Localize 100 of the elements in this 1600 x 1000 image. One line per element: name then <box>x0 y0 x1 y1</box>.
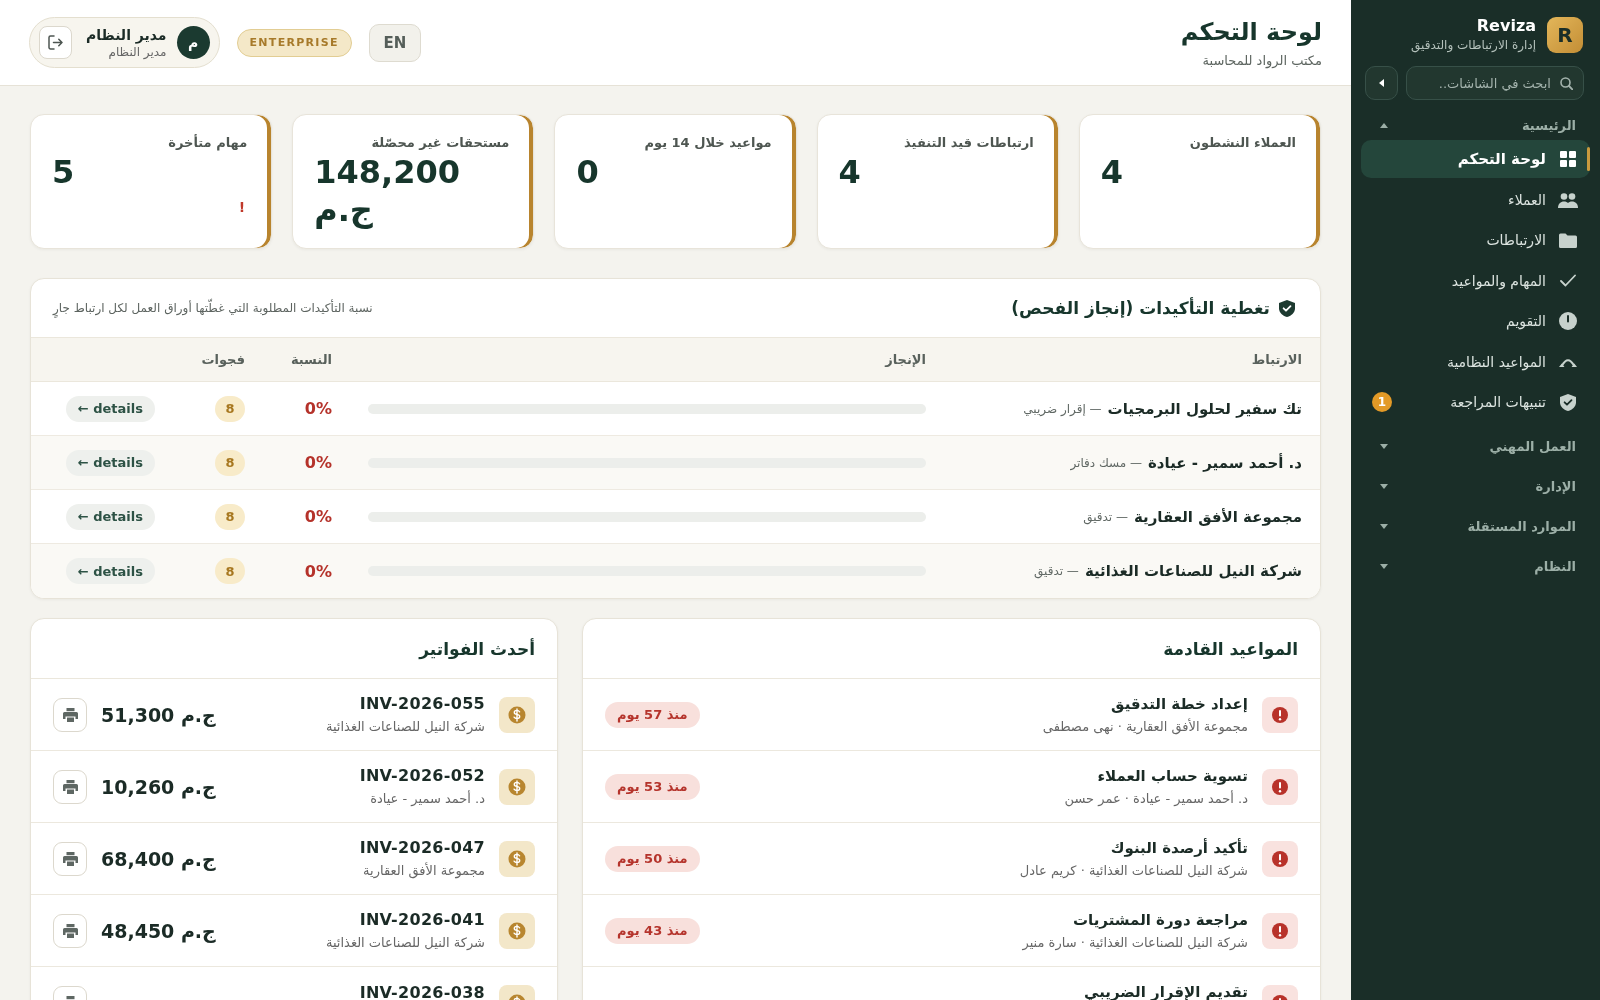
print-button[interactable] <box>53 769 87 804</box>
gaps-count: 8 <box>215 558 245 584</box>
clock-icon <box>1559 312 1577 330</box>
details-button[interactable]: ← details <box>65 449 155 476</box>
shield-check-icon <box>1560 393 1576 411</box>
kpi-value: 4 <box>1100 153 1125 191</box>
alert-icon <box>1262 912 1298 949</box>
caret-down-icon <box>1380 523 1388 529</box>
kpi-label: مستحقات غير محصّلة <box>370 134 510 152</box>
nav-item[interactable]: الارتباطات <box>1361 221 1590 259</box>
engagement-name: د. أحمد سمير - عيادة <box>1148 453 1302 472</box>
page-title: لوحة التحكم <box>1180 16 1322 47</box>
user-role: مدير النظام <box>108 44 167 60</box>
overdue-badge: منذ 50 يوم <box>605 845 700 872</box>
column-header: النسبة <box>290 352 332 367</box>
page-subtitle: مكتب الرواد للمحاسبة <box>1202 51 1322 69</box>
task-meta: د. أحمد سمير - عيادة · عمر حسن <box>1064 789 1248 807</box>
language-button[interactable]: EN <box>368 23 421 62</box>
grid-icon <box>1560 151 1576 167</box>
kpi-value: 148,200 ج.م <box>314 153 461 229</box>
invoice-number: INV-2026-038 <box>359 982 485 1000</box>
alert-icon <box>1262 696 1298 733</box>
section-header[interactable]: الموارد المستقلة <box>1361 511 1590 541</box>
caret-left-icon <box>1379 79 1384 87</box>
caret-down-icon <box>1380 443 1388 449</box>
print-button[interactable] <box>53 697 87 732</box>
dollar-coin-icon <box>499 840 535 877</box>
engagement-type: — إقرار ضريبي <box>1023 401 1102 416</box>
engagement-name: مجموعة الأفق العقارية <box>1133 507 1302 526</box>
column-header: فجوات <box>201 352 245 367</box>
user-avatar: م <box>176 26 210 59</box>
nav-item[interactable]: العملاء <box>1361 180 1590 219</box>
brand-name: Reviza <box>1476 16 1536 36</box>
section-header[interactable]: الإدارة <box>1361 471 1590 501</box>
overdue-badge: منذ 43 يوم <box>605 917 700 944</box>
print-button[interactable] <box>53 841 87 876</box>
overdue-badge: منذ 53 يوم <box>605 773 700 800</box>
section-header[interactable]: الرئيسية <box>1361 110 1590 140</box>
invoice-amount: 68,400 ج.م <box>101 847 216 870</box>
card-title: أحدث الفواتير <box>419 638 535 659</box>
task-meta: شركة النيل للصناعات الغذائية · كريم عادل <box>1019 861 1248 879</box>
printer-icon <box>62 923 78 938</box>
engagement-type: — مسك دفاتر <box>1070 455 1142 470</box>
percent-text: 0% <box>304 399 332 418</box>
alert-icon <box>1262 768 1298 805</box>
kpi-value: 5 <box>52 153 76 191</box>
nav-item[interactable]: المواعيد النظامية <box>1361 342 1590 381</box>
task-title: مراجعة دورة المشتريات <box>1073 910 1248 930</box>
details-button[interactable]: ← details <box>65 558 155 584</box>
engagement-name: شركة النيل للصناعات الغذائية <box>1084 562 1302 580</box>
dollar-coin-icon <box>499 768 535 805</box>
section-header[interactable]: النظام <box>1361 551 1590 581</box>
logo-mark: R <box>1547 17 1583 53</box>
invoice-amount: 10,260 ج.م <box>101 775 216 798</box>
brand-tagline: إدارة الارتباطات والتدقيق <box>1411 37 1536 54</box>
invoice-number: INV-2026-055 <box>359 694 485 714</box>
kpi-value: 4 <box>838 153 862 191</box>
nav-item[interactable]: لوحة التحكم <box>1361 140 1590 178</box>
invoice-amount: 48,450 ج.م <box>101 919 216 942</box>
engagement-type: — تدقيق <box>1083 509 1128 524</box>
card-title: تغطية التأكيدات (إنجاز الفحص) <box>1011 298 1270 318</box>
print-button[interactable] <box>53 913 87 948</box>
client-name: شركة النيل للصناعات الغذائية <box>325 934 485 951</box>
task-title: تأكيد أرصدة البنوك <box>1110 838 1248 858</box>
details-button[interactable]: ← details <box>65 395 155 422</box>
task-meta: مجموعة الأفق العقارية · نهى مصطفى <box>1042 717 1248 735</box>
details-button[interactable]: ← details <box>65 503 155 530</box>
invoice-number: INV-2026-052 <box>359 766 485 786</box>
kpi-label: مهام متأخرة <box>167 134 248 152</box>
task-title: إعداد خطة التدقيق <box>1111 694 1248 714</box>
gaps-count: 8 <box>215 395 245 422</box>
nav-item[interactable]: المهام والمواعيد <box>1361 261 1590 300</box>
printer-icon <box>62 707 78 722</box>
card-title: المواعيد القادمة <box>1163 638 1298 659</box>
invoice-number: INV-2026-041 <box>359 910 485 930</box>
printer-icon <box>62 851 78 866</box>
alert-icon <box>1262 840 1298 877</box>
client-name: شركة النيل للصناعات الغذائية <box>325 718 485 735</box>
kpi-label: مواعيد خلال 14 يوم <box>643 134 772 152</box>
invoice-number: INV-2026-047 <box>359 838 485 858</box>
search-icon <box>1560 77 1573 90</box>
logout-button[interactable] <box>39 26 72 59</box>
logout-icon <box>48 35 63 50</box>
column-header: الارتباط <box>1251 352 1302 367</box>
dollar-coin-icon <box>499 912 535 949</box>
caret-down-icon <box>1380 563 1388 569</box>
count-badge: 1 <box>1372 392 1392 412</box>
nav-item[interactable]: التقويم <box>1361 302 1590 340</box>
kpi-label: ارتباطات قيد التنفيذ <box>903 134 1034 152</box>
percent-text: 0% <box>304 561 332 581</box>
user-name: مدير النظام <box>86 25 167 44</box>
alert-mark: ! <box>238 199 246 215</box>
printer-icon <box>62 779 78 794</box>
task-meta: شركة النيل للصناعات الغذائية · سارة منير <box>1022 933 1248 951</box>
section-header[interactable]: العمل المهني <box>1361 431 1590 461</box>
kpi-label: العملاء النشطون <box>1188 134 1296 152</box>
overdue-badge: منذ 57 يوم <box>605 701 700 728</box>
arch-icon <box>1559 356 1577 367</box>
client-name: د. أحمد سمير - عيادة <box>370 790 485 807</box>
search-field[interactable]: ابحث في الشاشات.. <box>1406 66 1584 100</box>
